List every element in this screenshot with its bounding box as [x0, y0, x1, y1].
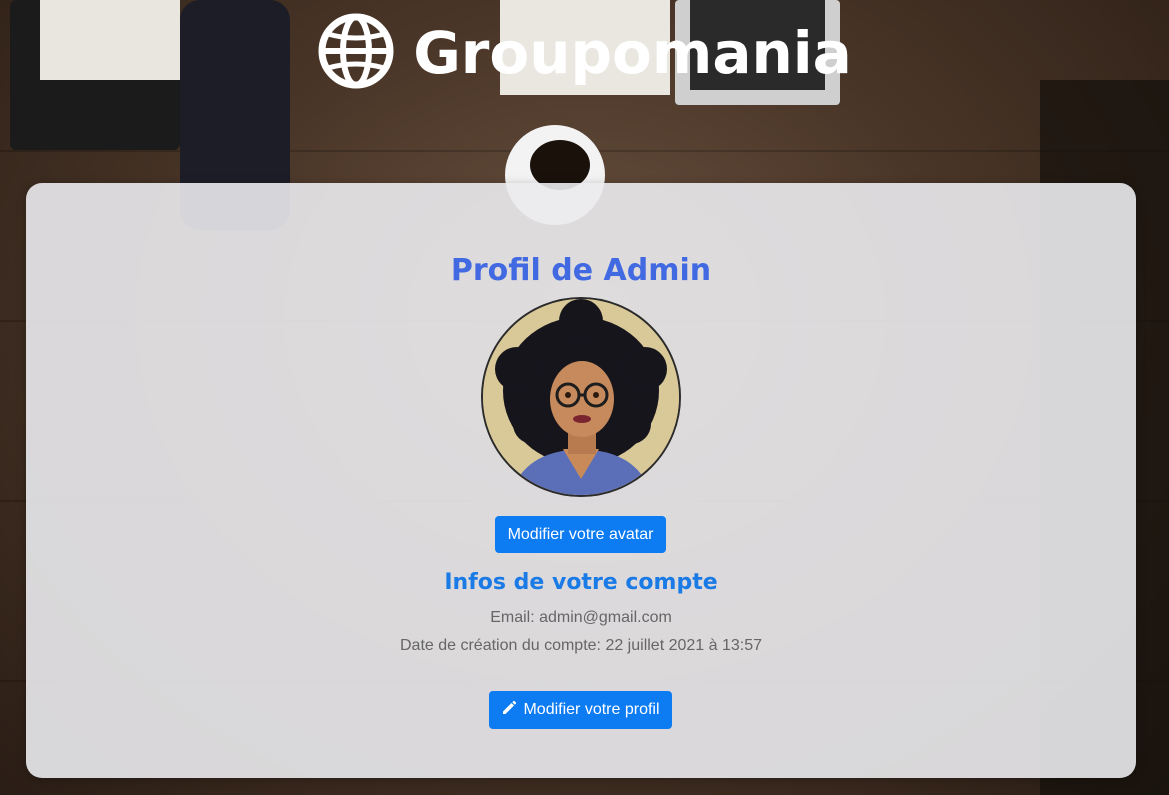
account-email: Email: admin@gmail.com [490, 609, 672, 626]
pencil-icon [501, 700, 517, 721]
logo-text: Groupomania [413, 19, 852, 87]
modify-profile-button[interactable]: Modifier votre profil [489, 691, 672, 729]
logo[interactable]: Groupomania [317, 12, 852, 95]
globe-icon [317, 12, 395, 95]
profile-card: Profil de Admin Modifier votre avatar In… [26, 183, 1136, 778]
modify-avatar-button[interactable]: Modifier votre avatar [495, 516, 666, 553]
avatar [481, 297, 681, 497]
site-header: Groupomania [0, 12, 1169, 94]
account-info-title: Infos de votre compte [444, 570, 718, 595]
modify-avatar-label: Modifier votre avatar [507, 525, 654, 543]
account-created-date: Date de création du compte: 22 juillet 2… [399, 637, 763, 654]
profile-title: Profil de Admin [450, 253, 712, 288]
modify-profile-label: Modifier votre profil [523, 701, 660, 718]
